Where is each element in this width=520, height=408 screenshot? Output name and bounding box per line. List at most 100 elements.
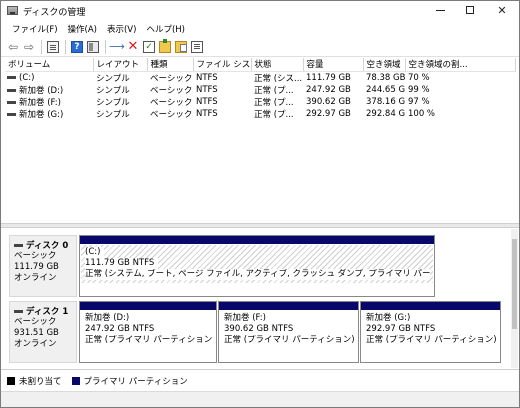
status-cell: 正常 (プ... — [254, 97, 294, 108]
column-header-volume[interactable]: ボリューム — [5, 58, 94, 72]
column-header-layout[interactable]: レイアウト — [93, 58, 148, 72]
app-disk-icon — [7, 6, 18, 15]
panel-icon[interactable] — [87, 40, 99, 53]
partition-f[interactable]: 新加巻 (F:) 390.62 GB NTFS 正常 (プライマリ パーティショ… — [218, 301, 359, 363]
view-list-icon[interactable] — [191, 40, 203, 53]
toolbar-separator — [65, 39, 66, 54]
capacity-cell: 111.79 GB — [306, 72, 351, 83]
back-arrow-icon[interactable]: ⇦ — [7, 41, 19, 53]
capacity-cell: 390.62 GB — [306, 96, 351, 107]
delete-icon[interactable]: ✕ — [127, 40, 139, 53]
column-header-capacity[interactable]: 容量 — [303, 58, 364, 72]
disk-graphical-view: ディスク 0 ベーシック 111.79 GB オンライン (C:) 111.79… — [5, 229, 509, 368]
table-row[interactable]: 新加巻 (G:) シンプル ベーシック NTFS 正常 (プ... 292.97… — [5, 108, 515, 120]
disk-0-size: 111.79 GB — [14, 262, 59, 272]
help-icon[interactable]: ? — [71, 40, 83, 53]
filesystem-cell: NTFS — [196, 84, 218, 95]
menu-bar: ファイル(F) 操作(A) 表示(V) ヘルプ(H) — [1, 21, 519, 37]
capacity-cell: 292.97 GB — [306, 108, 351, 119]
partition-d-status: 正常 (プライマリ パーティション) — [85, 335, 212, 345]
folder-doc-icon[interactable] — [175, 40, 187, 53]
scrollbar-thumb[interactable] — [512, 239, 517, 329]
partition-d-name: 新加巻 (D:) — [85, 313, 130, 323]
status-bar — [1, 391, 519, 407]
volume-name: 新加巻 (G:) — [19, 109, 64, 120]
volume-name: (C:) — [19, 72, 35, 83]
properties-icon[interactable] — [47, 40, 59, 53]
status-cell: 正常 (プ... — [254, 109, 294, 120]
legend-unallocated: 未割り当て — [19, 376, 62, 387]
column-header-filesystem[interactable]: ファイル システム — [193, 58, 252, 72]
filesystem-cell: NTFS — [196, 108, 218, 119]
minimize-icon — [435, 9, 445, 11]
column-header-type[interactable]: 種類 — [147, 58, 194, 72]
primary-partition-bar — [80, 236, 434, 244]
partition-d-body: 新加巻 (D:) 247.92 GB NTFS 正常 (プライマリ パーティショ… — [80, 310, 216, 347]
volume-icon — [7, 75, 16, 79]
partition-g-name: 新加巻 (G:) — [366, 313, 411, 323]
table-row[interactable]: 新加巻 (F:) シンプル ベーシック NTFS 正常 (プ... 390.62… — [5, 96, 515, 108]
toolbar-separator — [105, 39, 106, 54]
partition-c-body: (C:) 111.79 GB NTFS 正常 (システム, ブート, ページ フ… — [80, 244, 434, 284]
partition-g-status: 正常 (プライマリ パーティション) — [366, 335, 496, 345]
layout-cell: シンプル — [96, 73, 130, 84]
checkmark-icon[interactable]: ✓ — [143, 40, 155, 53]
maximize-button[interactable] — [455, 1, 485, 21]
filesystem-cell: NTFS — [196, 72, 218, 83]
menu-view[interactable]: 表示(V) — [102, 21, 141, 37]
volume-icon — [7, 100, 16, 104]
column-header-free-space[interactable]: 空き領域 — [363, 58, 406, 72]
disk-0-label[interactable]: ディスク 0 ベーシック 111.79 GB オンライン — [9, 235, 77, 297]
close-icon: ✕ — [497, 4, 507, 17]
free-percent-cell: 100 % — [408, 108, 436, 119]
partition-c[interactable]: (C:) 111.79 GB NTFS 正常 (システム, ブート, ページ フ… — [79, 235, 435, 297]
primary-partition-bar — [361, 302, 500, 310]
partition-f-body: 新加巻 (F:) 390.62 GB NTFS 正常 (プライマリ パーティショ… — [219, 310, 358, 347]
partition-g-body: 新加巻 (G:) 292.97 GB NTFS 正常 (プライマリ パーティショ… — [361, 310, 500, 347]
partition-d[interactable]: 新加巻 (D:) 247.92 GB NTFS 正常 (プライマリ パーティショ… — [79, 301, 217, 363]
disk-1-name-row: ディスク 1 — [14, 305, 76, 317]
type-cell: ベーシック — [150, 109, 193, 120]
toolbar: ⇦ ⇨ ? ⟶ ✕ ✓ — [1, 37, 519, 57]
partition-f-name: 新加巻 (F:) — [224, 313, 266, 323]
type-cell: ベーシック — [150, 85, 193, 96]
disk-icon — [14, 309, 23, 313]
volume-cell: 新加巻 (D:) — [5, 84, 93, 96]
table-row[interactable]: 新加巻 (D:) シンプル ベーシック NTFS 正常 (プ... 247.92… — [5, 84, 515, 96]
disk-1-size: 931.51 GB — [14, 328, 59, 338]
partition-g[interactable]: 新加巻 (G:) 292.97 GB NTFS 正常 (プライマリ パーティショ… — [360, 301, 501, 363]
free-percent-cell: 70 % — [408, 72, 430, 83]
minimize-button[interactable] — [425, 1, 455, 21]
partition-f-status: 正常 (プライマリ パーティション) — [224, 335, 354, 345]
free-percent-cell: 99 % — [408, 84, 430, 95]
type-cell: ベーシック — [150, 73, 193, 84]
menu-file[interactable]: ファイル(F) — [7, 21, 63, 37]
partition-c-name: (C:) — [85, 247, 105, 258]
close-button[interactable]: ✕ — [487, 1, 517, 21]
volume-icon — [7, 88, 16, 92]
partition-g-size: 292.97 GB NTFS — [366, 324, 436, 334]
disk-view-scrollbar[interactable] — [511, 229, 518, 368]
folder-up-icon[interactable] — [159, 38, 171, 53]
menu-help[interactable]: ヘルプ(H) — [141, 21, 190, 37]
forward-arrow-icon[interactable]: ⇨ — [23, 41, 35, 53]
volume-cell: (C:) — [5, 71, 93, 84]
table-row[interactable]: (C:) シンプル ベーシック NTFS 正常 (シス... 111.79 GB… — [5, 71, 515, 84]
partition-c-status: 正常 (システム, ブート, ページ ファイル, アクティブ, クラッシュ ダン… — [85, 269, 430, 280]
disk-0-status: オンライン — [14, 273, 57, 283]
connect-icon[interactable]: ⟶ — [109, 40, 125, 53]
unallocated-swatch — [7, 376, 15, 385]
column-header-status[interactable]: 状態 — [251, 58, 304, 72]
disk-1-label[interactable]: ディスク 1 ベーシック 931.51 GB オンライン — [9, 301, 77, 363]
menu-action[interactable]: 操作(A) — [63, 21, 102, 37]
disk-1-status: オンライン — [14, 339, 57, 349]
free-space-cell: 292.84 GB — [366, 108, 405, 119]
volume-cell: 新加巻 (G:) — [5, 108, 93, 120]
primary-partition-bar — [80, 302, 216, 310]
disk-0-name: ディスク 0 — [26, 241, 69, 251]
type-cell: ベーシック — [150, 97, 193, 108]
disk-management-window: ディスクの管理 ✕ ファイル(F) 操作(A) 表示(V) ヘルプ(H) ⇦ ⇨… — [0, 0, 520, 408]
column-header-free-percent[interactable]: 空き領域の割... — [405, 58, 516, 72]
pane-splitter[interactable] — [1, 223, 519, 228]
window-title: ディスクの管理 — [23, 8, 86, 18]
